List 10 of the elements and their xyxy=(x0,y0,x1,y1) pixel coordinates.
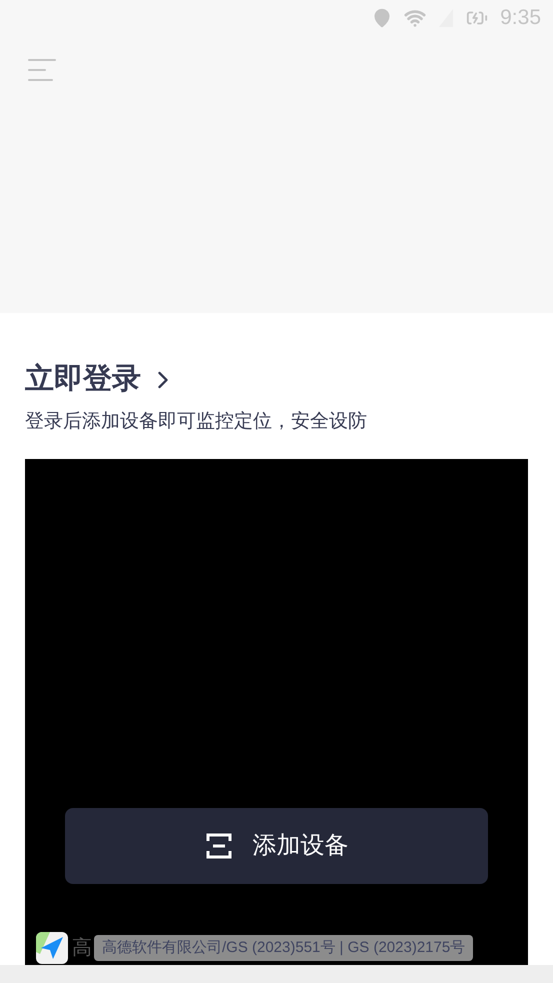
scan-icon xyxy=(204,832,232,860)
login-link[interactable]: 立即登录 xyxy=(25,358,177,402)
wifi-icon xyxy=(404,7,426,29)
login-subtitle: 登录后添加设备即可监控定位，安全设防 xyxy=(25,410,368,434)
location-icon xyxy=(372,8,392,28)
add-device-button[interactable]: 添加设备 xyxy=(65,808,488,884)
map-logo-text: 高 xyxy=(72,936,92,961)
menu-button[interactable] xyxy=(28,56,58,84)
map-logo-icon xyxy=(36,932,68,964)
map-attribution: 高德软件有限公司/GS (2023)551号 | GS (2023)2175号 xyxy=(94,934,474,962)
